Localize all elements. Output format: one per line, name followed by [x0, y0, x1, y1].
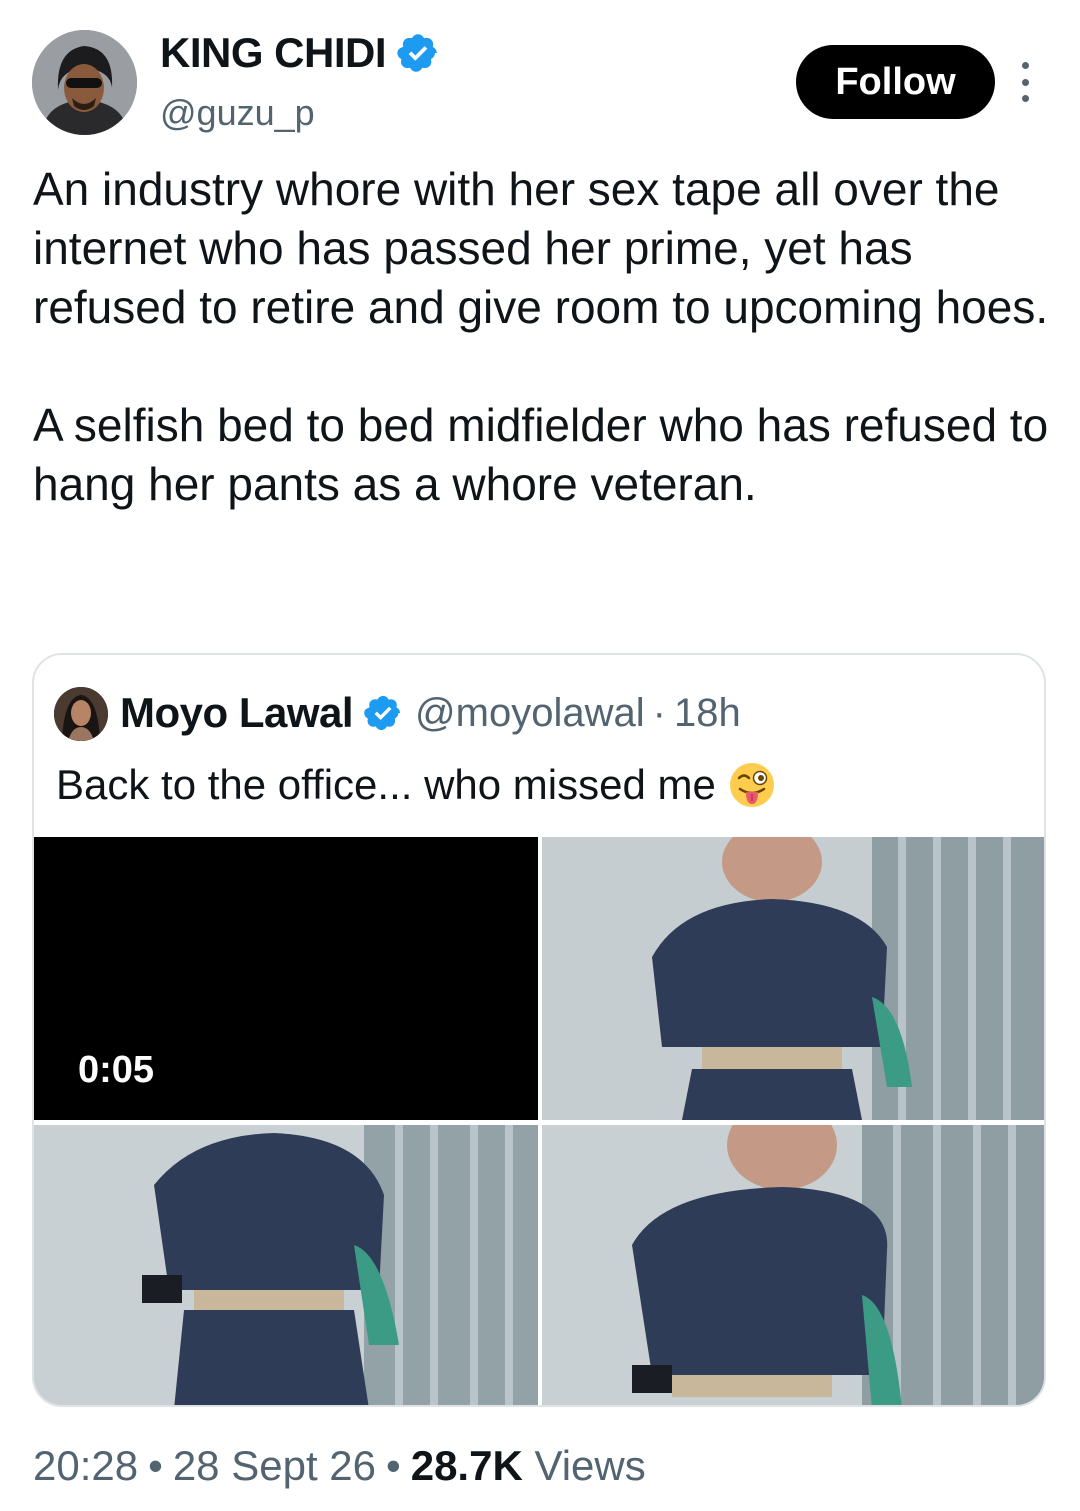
views-count[interactable]: 28.7K	[411, 1442, 523, 1489]
quoted-header: Moyo Lawal @moyolawal · 18h	[120, 685, 741, 741]
verified-badge-icon	[397, 34, 437, 72]
photo-thumbnail[interactable]	[542, 1125, 1044, 1405]
separator-dot: •	[148, 1442, 163, 1489]
author-avatar[interactable]	[32, 30, 137, 135]
verified-badge-icon	[364, 695, 401, 731]
tweet-time[interactable]: 20:28	[33, 1442, 138, 1489]
views-label: Views	[534, 1442, 646, 1489]
tweet-date[interactable]: 28 Sept 26	[173, 1442, 376, 1489]
quoted-author-name[interactable]: Moyo Lawal	[120, 689, 354, 737]
tweet-metadata: 20:28 • 28 Sept 26 • 28.7K Views	[33, 1440, 646, 1492]
follow-button[interactable]: Follow	[796, 45, 995, 119]
author-name-text: KING CHIDI	[160, 29, 387, 76]
photo-thumbnail[interactable]	[542, 837, 1044, 1120]
quoted-tweet-card[interactable]: Moyo Lawal @moyolawal · 18h Back to the …	[32, 653, 1046, 1407]
separator-dot: •	[386, 1442, 401, 1489]
media-grid: 0:05	[34, 837, 1044, 1405]
more-options-icon[interactable]	[1012, 62, 1038, 102]
author-handle[interactable]: @guzu_p	[160, 90, 315, 136]
quoted-text-content: Back to the office... who missed me	[56, 761, 716, 808]
quoted-author-avatar[interactable]	[54, 687, 108, 741]
separator-dot: ·	[652, 690, 666, 735]
quoted-timestamp[interactable]: 18h	[674, 691, 741, 736]
author-name[interactable]: KING CHIDI	[160, 28, 440, 78]
quoted-author-handle[interactable]: @moyolawal	[415, 691, 645, 736]
tweet-paragraph: A selfish bed to bed midfielder who has …	[33, 399, 1049, 510]
tweet-text: An industry whore with her sex tape all …	[33, 160, 1053, 514]
video-duration: 0:05	[78, 1049, 155, 1091]
winking-face-with-tongue-icon	[729, 763, 774, 807]
video-thumbnail[interactable]: 0:05	[34, 837, 538, 1120]
quoted-text: Back to the office... who missed me	[56, 761, 776, 809]
tweet-paragraph: An industry whore with her sex tape all …	[33, 163, 1049, 333]
photo-thumbnail[interactable]	[34, 1125, 538, 1405]
